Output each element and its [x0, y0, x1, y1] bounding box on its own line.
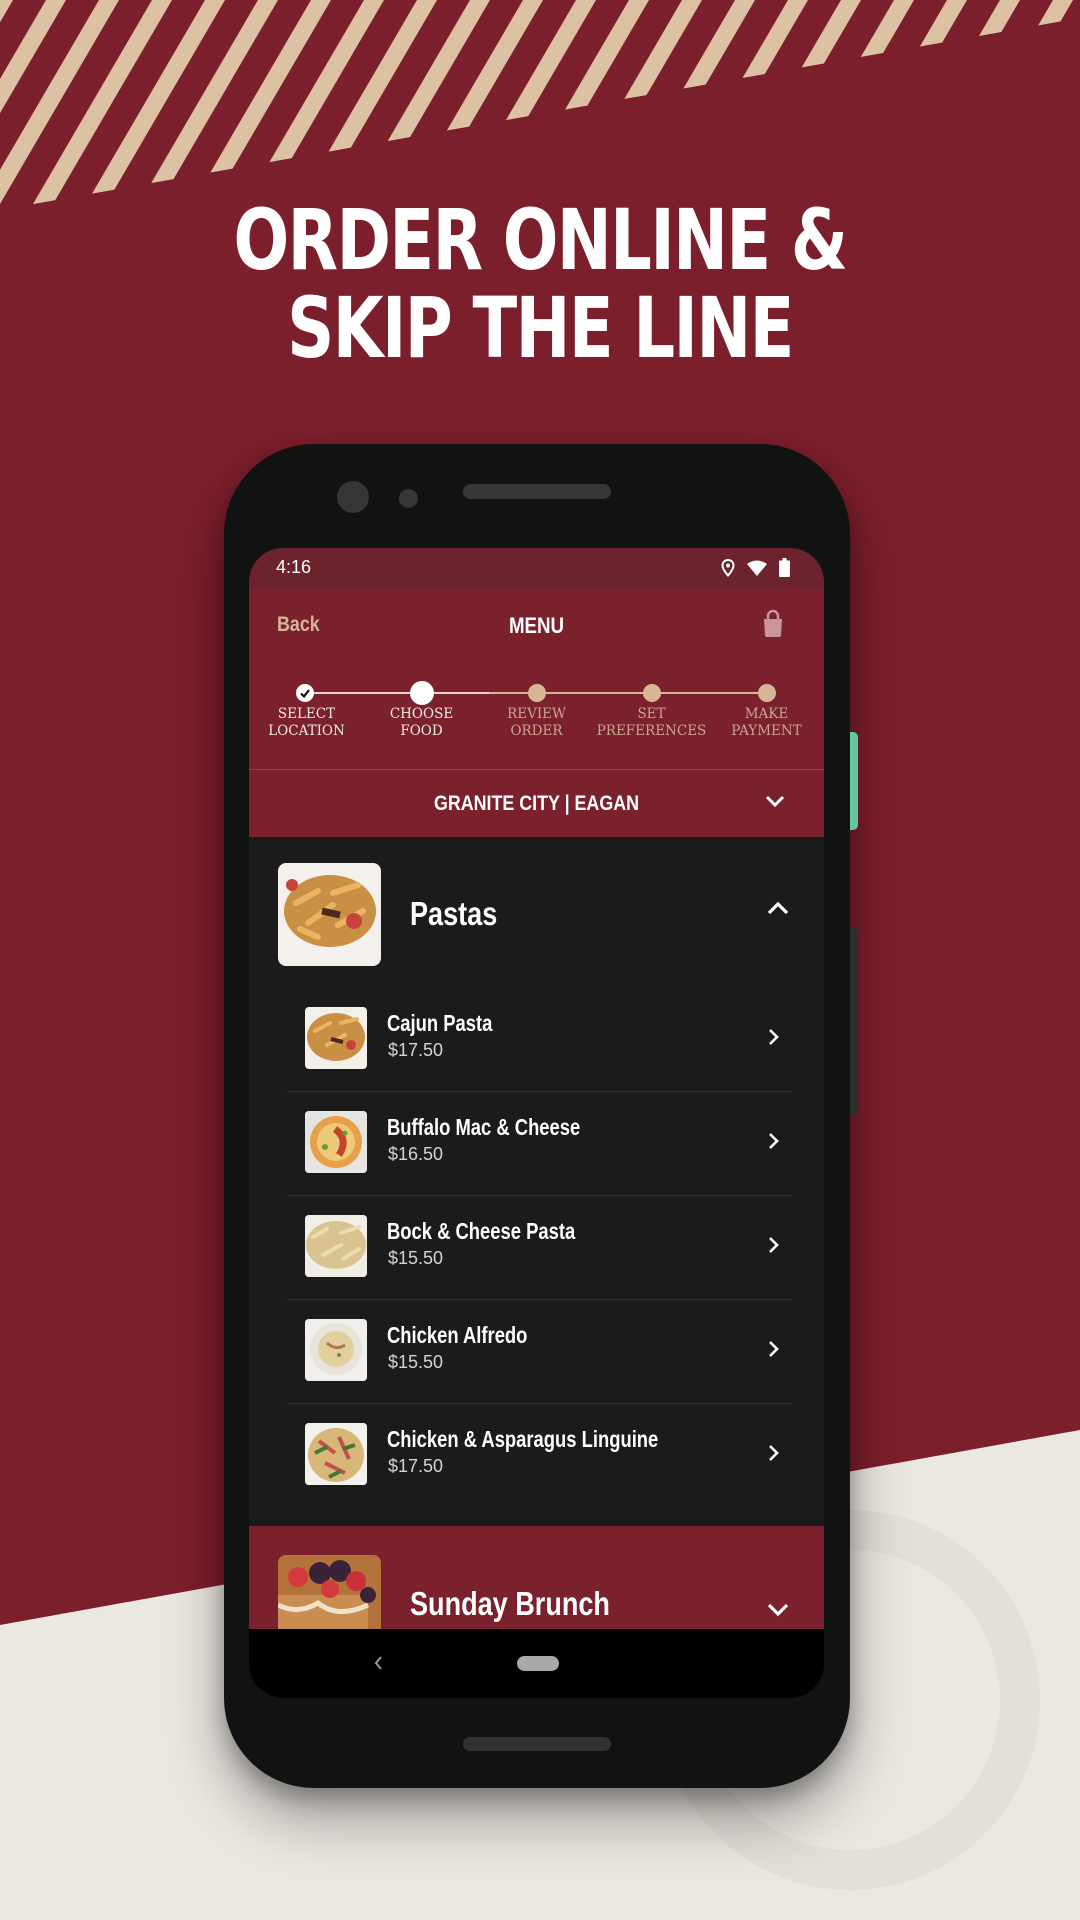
item-price: $17.50: [388, 1040, 444, 1060]
step-label-line2: PAYMENT: [731, 723, 802, 739]
category-sunday-brunch[interactable]: Sunday Brunch: [249, 1526, 824, 1658]
item-price: $17.50: [388, 1456, 444, 1476]
order-progress-stepper: SELECT LOCATION CHOOSE FOOD REVIEW ORDER SE…: [249, 669, 824, 770]
step-current-dot: [410, 681, 434, 705]
location-name: GRANITE CITY | EAGAN: [433, 792, 639, 815]
power-button: [850, 732, 858, 830]
step-label-line2: ORDER: [510, 723, 563, 739]
item-image: [305, 1423, 367, 1485]
chevron-up-icon[interactable]: [766, 900, 790, 916]
category-image-pastas: [278, 863, 381, 966]
step-label-line1: MAKE: [744, 706, 789, 722]
item-price: $15.50: [388, 1352, 444, 1372]
category-pastas: Pastas Cajun Pasta $17.50 Buffalo Mac & …: [249, 837, 824, 1524]
front-camera: [337, 481, 369, 513]
menu-item[interactable]: Bock & Cheese Pasta $15.50: [287, 1195, 792, 1300]
location-selector[interactable]: GRANITE CITY | EAGAN: [249, 770, 824, 837]
item-image: [305, 1319, 367, 1381]
item-price: $16.50: [388, 1144, 444, 1164]
promo-headline: ORDER ONLINE & SKIP THE LINE: [119, 196, 961, 372]
app-screen: 4:16 Back MENU SELECT LOCATION CHOOSE FOOD: [249, 548, 824, 1698]
status-bar: 4:16: [249, 548, 824, 589]
menu-item[interactable]: Chicken Alfredo $15.50: [287, 1299, 792, 1404]
step-upcoming-dot: [758, 684, 776, 702]
earpiece-speaker: [463, 484, 611, 499]
chevron-right-icon: [769, 1237, 779, 1253]
step-label-line1: REVIEW: [507, 706, 566, 722]
stripe: [1019, 0, 1080, 210]
step-label-line2: LOCATION: [268, 723, 345, 739]
wifi-icon: [747, 560, 767, 576]
location-icon: [721, 558, 735, 577]
stripe: [1072, 0, 1080, 210]
volume-button: [850, 928, 858, 1116]
chevron-down-icon[interactable]: [766, 1602, 790, 1618]
item-image: [305, 1111, 367, 1173]
item-name: Chicken Alfredo: [387, 1322, 528, 1348]
step-complete-dot: [296, 684, 314, 702]
item-name: Chicken & Asparagus Linguine: [387, 1426, 659, 1452]
step-label-line1: SELECT: [277, 706, 336, 722]
item-name: Bock & Cheese Pasta: [387, 1218, 576, 1244]
status-time: 4:16: [276, 557, 312, 577]
promo-headline-line1: ORDER ONLINE &: [233, 191, 848, 289]
item-price: $15.50: [388, 1248, 444, 1268]
step-label-line2: PREFERENCES: [596, 723, 707, 739]
item-image: [305, 1215, 367, 1277]
proximity-sensor: [399, 489, 418, 508]
app-bar: Back MENU: [249, 589, 824, 669]
chevron-right-icon: [769, 1341, 779, 1357]
nav-home-pill[interactable]: [517, 1656, 559, 1671]
chevron-right-icon: [769, 1133, 779, 1149]
step-label-line2: FOOD: [400, 723, 443, 739]
nav-back-icon[interactable]: [373, 1655, 383, 1671]
item-name: Buffalo Mac & Cheese: [387, 1114, 581, 1140]
chevron-right-icon: [769, 1029, 779, 1045]
shopping-bag-icon[interactable]: [762, 609, 784, 639]
step-label-line1: SET: [637, 706, 666, 722]
checkmark-icon: [300, 689, 310, 699]
chevron-right-icon: [769, 1445, 779, 1461]
step-upcoming-dot: [528, 684, 546, 702]
step-upcoming-dot: [643, 684, 661, 702]
category-title: Pastas: [410, 895, 498, 932]
chevron-down-icon[interactable]: [764, 794, 786, 808]
promo-headline-line2: SKIP THE LINE: [287, 279, 794, 377]
item-image: [305, 1007, 367, 1069]
menu-item[interactable]: Chicken & Asparagus Linguine $17.50: [287, 1403, 792, 1507]
system-nav-bar: [249, 1629, 824, 1698]
category-header-pastas[interactable]: Pastas: [249, 837, 824, 987]
menu-item[interactable]: Buffalo Mac & Cheese $16.50: [287, 1091, 792, 1196]
step-label-line1: CHOOSE: [389, 706, 454, 722]
battery-icon: [779, 558, 790, 577]
menu-item[interactable]: Cajun Pasta $17.50: [287, 987, 792, 1092]
item-name: Cajun Pasta: [387, 1010, 493, 1036]
page-title: MENU: [508, 613, 565, 638]
bottom-speaker: [463, 1737, 611, 1751]
category-title: Sunday Brunch: [410, 1585, 610, 1622]
